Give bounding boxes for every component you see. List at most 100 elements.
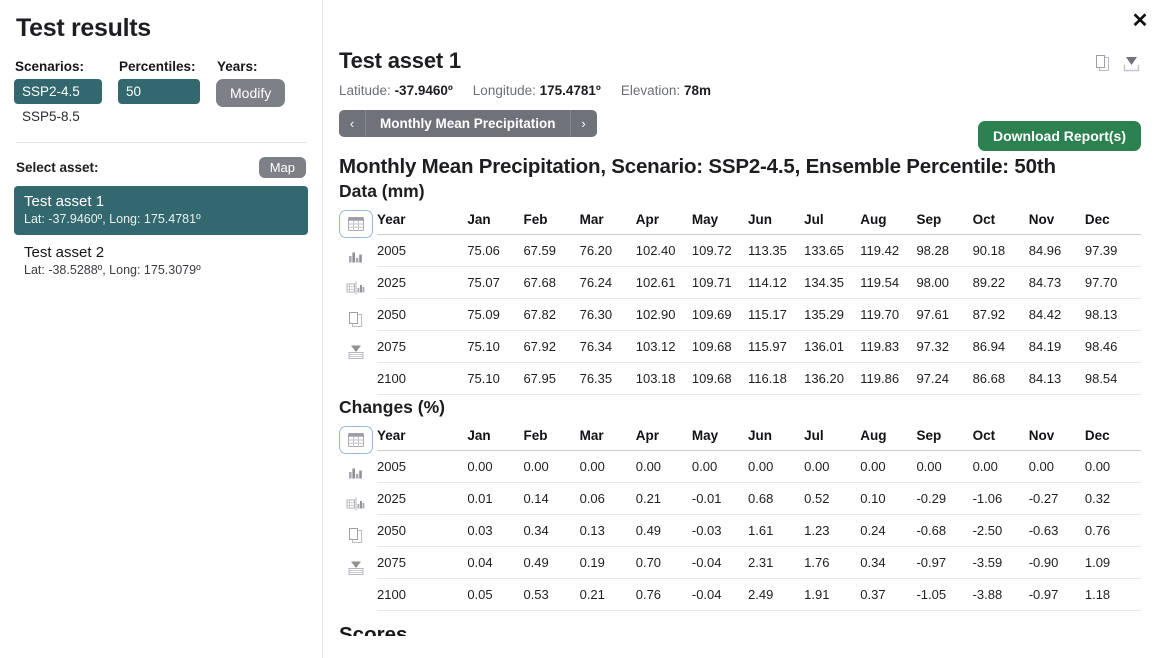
copy-icon[interactable] — [1095, 54, 1112, 73]
metric-name-label[interactable]: Monthly Mean Precipitation — [366, 110, 570, 137]
column-header: May — [691, 424, 749, 452]
map-button[interactable]: Map — [258, 157, 306, 178]
table-cell: 0.04 — [467, 546, 524, 580]
changes-subtitle: Changes (%) — [339, 397, 445, 418]
table-cell: 0.00 — [523, 450, 580, 484]
table-row: 2025 0.01 0.14 0.06 0.21 -0.01 0.68 0.52 0.10 -0.… — [377, 482, 1141, 516]
table-cell: 0.00 — [860, 450, 917, 484]
percentile-option-selected[interactable]: 50 — [118, 79, 200, 104]
table-cell: 102.40 — [635, 234, 692, 268]
column-header: Jul — [804, 208, 861, 236]
table-cell: -1.05 — [916, 578, 973, 612]
detail-asset-title: Test asset 1 — [339, 48, 461, 73]
table-cell: 0.00 — [579, 450, 636, 484]
table-cell: 103.18 — [635, 362, 692, 396]
table-cell: 0.52 — [804, 482, 861, 516]
longitude-meta: Longitude: 175.4781º — [473, 83, 601, 98]
data-subtitle: Data (mm) — [339, 181, 425, 202]
changes-table-head: Year Jan Feb Mar Apr May Jun Jul Aug Sep Oct Nov Dec — [377, 424, 1141, 452]
column-header: Nov — [1028, 208, 1085, 236]
modify-years-button[interactable]: Modify — [216, 79, 286, 107]
table-cell: 75.09 — [467, 298, 524, 332]
panel-corner-icons — [1095, 54, 1141, 73]
asset-list-item-1[interactable]: Test asset 1 Lat: -37.9460º, Long: 175.4… — [14, 186, 308, 235]
column-header: Dec — [1084, 208, 1141, 236]
table-cell: 2050 — [377, 514, 468, 548]
table-cell: 0.21 — [579, 578, 636, 612]
bar-chart-view-icon[interactable] — [339, 458, 373, 487]
table-cell: 90.18 — [972, 234, 1029, 268]
table-cell: 0.01 — [467, 482, 524, 516]
table-cell: 0.00 — [691, 450, 749, 484]
chevron-right-icon[interactable]: › — [569, 110, 597, 137]
table-cell: -2.50 — [972, 514, 1029, 548]
table-cell: 75.10 — [467, 362, 524, 396]
select-asset-row: Select asset: Map — [16, 157, 306, 178]
scenario-option-selected[interactable]: SSP2-4.5 — [14, 79, 102, 104]
table-view-icon[interactable] — [339, 210, 373, 239]
table-view-icon[interactable] — [339, 426, 373, 455]
table-cell: 119.70 — [860, 298, 917, 332]
download-table-icon[interactable] — [339, 554, 373, 583]
table-cell: 0.68 — [748, 482, 805, 516]
table-cell: 2005 — [377, 450, 468, 484]
asset-list-item-2[interactable]: Test asset 2 Lat: -38.5288º, Long: 175.3… — [14, 237, 308, 286]
table-cell: 86.68 — [972, 362, 1029, 396]
table-cell: 119.42 — [860, 234, 917, 268]
asset-name: Test asset 1 — [24, 193, 105, 210]
table-cell: 109.72 — [691, 234, 749, 268]
download-table-icon[interactable] — [339, 338, 373, 367]
table-cell: 76.20 — [579, 234, 636, 268]
table-cell: 119.86 — [860, 362, 917, 396]
table-cell: 97.32 — [916, 330, 973, 364]
table-cell: 1.23 — [804, 514, 861, 548]
table-cell: 115.17 — [748, 298, 805, 332]
table-cell: 1.18 — [1084, 578, 1141, 612]
page-title: Test results — [16, 14, 151, 42]
column-header: Feb — [523, 424, 580, 452]
table-cell: 97.39 — [1084, 234, 1141, 268]
column-header: May — [691, 208, 749, 236]
latitude-meta: Latitude: -37.9460º — [339, 83, 453, 98]
years-label: Years: — [217, 59, 258, 74]
scenarios-label: Scenarios: — [15, 59, 85, 74]
table-cell: 0.00 — [635, 450, 692, 484]
copy-icon[interactable] — [339, 522, 373, 551]
longitude-value: 175.4781º — [539, 83, 601, 98]
table-cell: 0.53 — [523, 578, 580, 612]
data-mm-table: Year Jan Feb Mar Apr May Jun Jul Aug Sep Oct Nov Dec… — [377, 208, 1141, 396]
table-cell: 87.92 — [972, 298, 1029, 332]
download-icon[interactable] — [1122, 54, 1141, 73]
column-header: Year — [377, 424, 468, 452]
elevation-value: 78m — [683, 83, 711, 98]
table-cell: 2005 — [377, 234, 468, 268]
changes-pct-table: Year Jan Feb Mar Apr May Jun Jul Aug Sep Oct Nov Dec… — [377, 424, 1141, 612]
chevron-left-icon[interactable]: ‹ — [339, 110, 366, 137]
table-cell: 84.42 — [1028, 298, 1085, 332]
table-cell: -0.27 — [1028, 482, 1085, 516]
download-reports-button[interactable]: Download Report(s) — [978, 121, 1141, 151]
copy-icon[interactable] — [339, 306, 373, 335]
table-cell: 0.00 — [916, 450, 973, 484]
table-cell: 2050 — [377, 298, 468, 332]
scenario-option-ssp5[interactable]: SSP5-8.5 — [22, 109, 102, 124]
detail-panel: Test asset 1 Latitude: -37.9460º Longitu… — [323, 0, 1163, 658]
table-cell: 98.13 — [1084, 298, 1141, 332]
bar-chart-view-icon[interactable] — [339, 242, 373, 271]
years-filter: Years: Modify — [216, 59, 286, 107]
table-cell: 119.54 — [860, 266, 917, 300]
table-row: 2050 0.03 0.34 0.13 0.49 -0.03 1.61 1.23 0.24 -0.… — [377, 514, 1141, 548]
table-cell: 67.82 — [523, 298, 580, 332]
elevation-meta: Elevation: 78m — [621, 83, 711, 98]
column-header: Mar — [579, 424, 636, 452]
table-cell: -0.97 — [1028, 578, 1085, 612]
column-header: Jun — [748, 208, 805, 236]
table-chart-split-view-icon[interactable] — [339, 490, 373, 519]
table-cell: 0.49 — [523, 546, 580, 580]
select-asset-label: Select asset: — [16, 160, 99, 175]
table-cell: 119.83 — [860, 330, 917, 364]
table-chart-split-view-icon[interactable] — [339, 274, 373, 303]
table-row: 2025 75.07 67.68 76.24 102.61 109.71 114.12 134… — [377, 266, 1141, 300]
table-cell: 114.12 — [748, 266, 805, 300]
table-cell: 0.76 — [635, 578, 692, 612]
